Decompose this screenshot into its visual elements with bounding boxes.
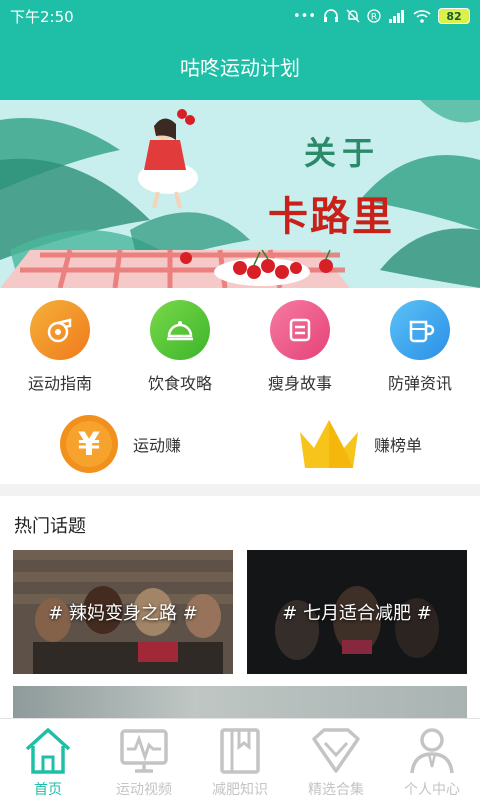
category-label: 防弹资讯	[387, 374, 452, 393]
cell-signal-icon	[389, 10, 404, 23]
person-icon	[410, 728, 454, 774]
bottom-nav: 首页 运动视频 减肥知识 精选合集 个人中心	[0, 718, 480, 800]
nav-label: 首页	[34, 782, 62, 798]
headset-icon	[324, 9, 338, 22]
status-time: 下午2:50	[10, 7, 74, 26]
notebook-icon	[270, 300, 330, 360]
section-title: 热门话题	[14, 516, 86, 537]
mute-bell-icon	[346, 9, 360, 23]
monitor-pulse-icon	[120, 729, 168, 773]
nav-label: 精选合集	[308, 782, 364, 798]
status-icons: ••• R 82	[293, 8, 470, 24]
earn-leaderboard-button[interactable]: 赚榜单	[240, 414, 480, 474]
crown-icon	[299, 420, 358, 468]
nav-label: 运动视频	[116, 782, 172, 798]
category-bulletproof-news[interactable]: 防弹资讯	[360, 300, 480, 394]
earn-label: 运动赚	[132, 436, 181, 455]
category-label: 运动指南	[27, 374, 92, 393]
category-panel: 运动指南 饮食攻略 瘦身故事 防弹资讯 ¥ 运动赚 赚榜单	[0, 288, 480, 484]
wifi-icon	[413, 10, 431, 23]
topic-label: # 七月适合减肥 #	[282, 603, 432, 624]
diamond-icon	[312, 728, 360, 773]
nav-sport-video[interactable]: 运动视频	[96, 719, 192, 800]
nav-slimming-knowledge[interactable]: 减肥知识	[192, 719, 288, 800]
topic-card-hot-mom[interactable]: # 辣妈变身之路 #	[13, 550, 233, 674]
category-label: 瘦身故事	[267, 374, 332, 393]
signal-dots-icon: •••	[292, 8, 316, 24]
status-bar: 下午2:50 ••• R 82	[0, 0, 480, 32]
banner[interactable]: 关于 卡路里	[0, 100, 480, 288]
battery-indicator: 82	[438, 8, 470, 24]
cup-icon	[390, 300, 450, 360]
earn-row: ¥ 运动赚 赚榜单	[0, 414, 480, 474]
nav-home[interactable]: 首页	[0, 719, 96, 800]
registered-icon: R	[367, 9, 381, 23]
topic-card-partial[interactable]	[13, 686, 467, 718]
book-icon	[220, 728, 260, 774]
category-slimming-story[interactable]: 瘦身故事	[240, 300, 360, 394]
topic-label: # 辣妈变身之路 #	[48, 603, 198, 624]
page-title: 咕咚运动计划	[180, 55, 300, 80]
category-label: 饮食攻略	[147, 374, 212, 393]
food-cover-icon	[150, 300, 210, 360]
nav-personal-center[interactable]: 个人中心	[384, 719, 480, 800]
banner-headline-large: 卡路里	[268, 193, 394, 240]
earn-by-exercise-button[interactable]: ¥ 运动赚	[0, 414, 240, 474]
banner-headline-small: 关于	[304, 134, 381, 172]
earn-label: 赚榜单	[373, 436, 422, 455]
topic-card-july-slimming[interactable]: # 七月适合减肥 #	[247, 550, 467, 674]
nav-label: 减肥知识	[212, 782, 268, 798]
banner-illustration	[0, 100, 480, 288]
category-row: 运动指南 饮食攻略 瘦身故事 防弹资讯	[0, 300, 480, 394]
category-sports-guide[interactable]: 运动指南	[0, 300, 120, 394]
app-header: 咕咚运动计划	[0, 32, 480, 100]
home-icon	[25, 728, 71, 774]
hot-topics-section: 热门话题 # 辣妈变身之路 # # 七月适合减肥 #	[0, 496, 480, 718]
whistle-icon	[30, 300, 90, 360]
category-diet-guide[interactable]: 饮食攻略	[120, 300, 240, 394]
nav-label: 个人中心	[404, 782, 460, 798]
svg-text:R: R	[371, 13, 377, 23]
yuan-symbol: ¥	[78, 425, 100, 463]
nav-featured-collection[interactable]: 精选合集	[288, 719, 384, 800]
yuan-coin-icon: ¥	[59, 415, 118, 473]
